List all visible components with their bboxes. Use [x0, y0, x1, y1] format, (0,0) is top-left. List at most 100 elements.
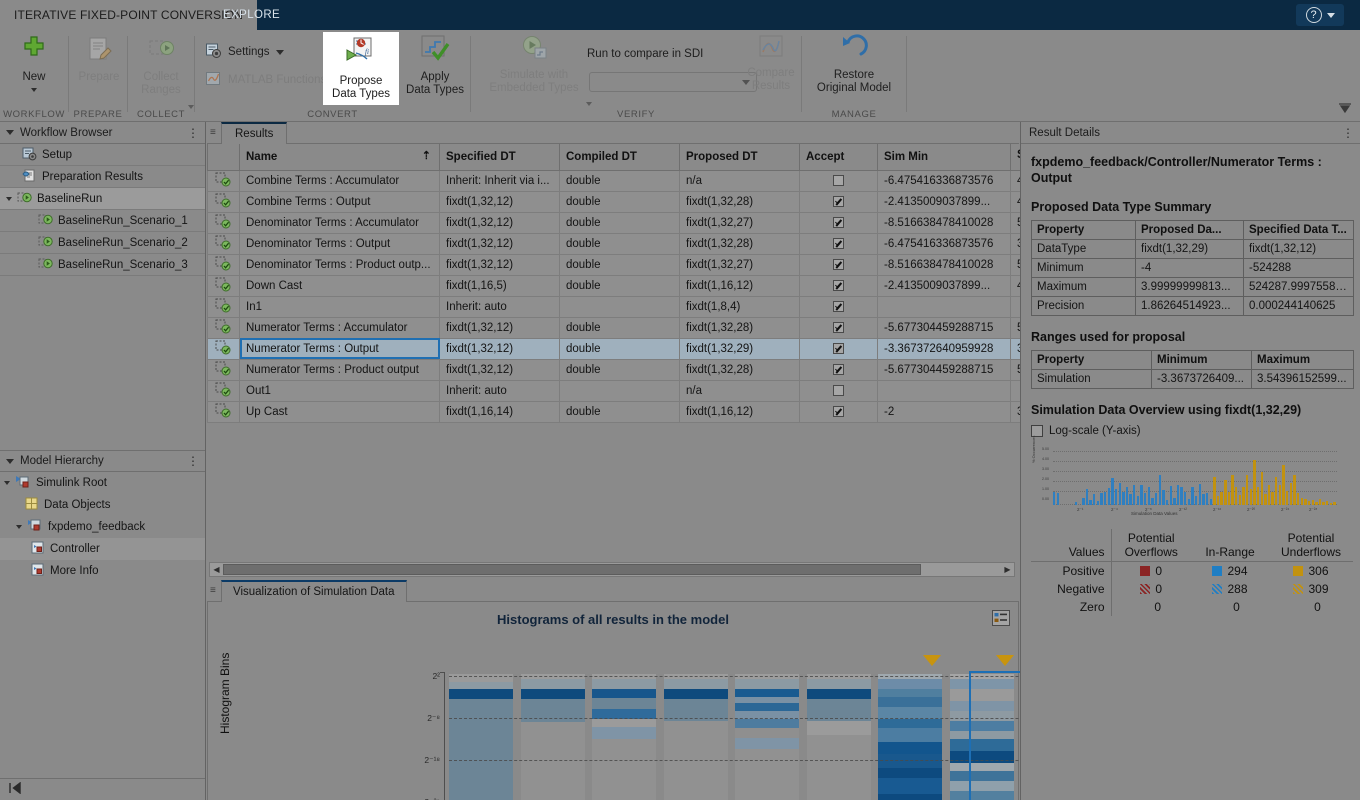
simulink-root-expander-icon[interactable] — [4, 481, 10, 485]
cell-sim-min[interactable] — [877, 295, 1011, 318]
simulate-dropdown-icon[interactable] — [586, 102, 592, 106]
wb-item-scenario-2[interactable]: BaselineRun_Scenario_2 — [0, 232, 205, 254]
cell-name[interactable]: In1 — [239, 295, 440, 318]
results-horizontal-scrollbar[interactable]: ◀ ▶ — [209, 562, 1015, 577]
mh-item-data-objects[interactable]: Data Objects — [0, 494, 205, 516]
col-accept[interactable]: Accept — [799, 144, 878, 171]
cell-sim-min[interactable] — [877, 379, 1011, 402]
propose-data-types-button[interactable]: fi Propose Data Types — [323, 32, 399, 105]
cell-specified[interactable]: fixdt(1,32,12) — [439, 211, 560, 234]
workflow-browser-menu-icon[interactable]: ⋮ — [187, 126, 199, 140]
cell-accept[interactable] — [799, 232, 878, 255]
collect-ranges-button[interactable]: Collect Ranges — [136, 34, 186, 97]
cell-name[interactable]: Combine Terms : Output — [239, 190, 440, 213]
cell-accept[interactable] — [799, 274, 878, 297]
column-marker-7[interactable] — [996, 655, 1014, 666]
cell-proposed[interactable]: fixdt(1,32,28) — [679, 232, 800, 255]
cell-specified[interactable]: fixdt(1,16,5) — [439, 274, 560, 297]
cell-proposed[interactable]: n/a — [679, 379, 800, 402]
scroll-right-icon[interactable]: ▶ — [1001, 565, 1014, 574]
col-specified-dt[interactable]: Specified DT — [439, 144, 560, 171]
cell-sim-min[interactable]: -5.677304459288715 — [877, 316, 1011, 339]
cell-specified[interactable]: fixdt(1,16,14) — [439, 400, 560, 423]
cell-name[interactable]: Denominator Terms : Accumulator — [239, 211, 440, 234]
new-dropdown-icon[interactable] — [31, 88, 37, 92]
matlab-functions-button[interactable]: MATLAB Functions — [205, 70, 326, 90]
accept-checkbox[interactable] — [833, 342, 844, 354]
cell-name[interactable]: Combine Terms : Accumulator — [239, 169, 440, 192]
histogram-column-6[interactable] — [878, 674, 942, 800]
collapse-left-panel-icon[interactable] — [8, 781, 22, 799]
cell-name[interactable]: Numerator Terms : Accumulator — [239, 316, 440, 339]
cell-accept[interactable] — [799, 295, 878, 318]
cell-compiled[interactable]: double — [559, 211, 680, 234]
help-button[interactable]: ? — [1296, 4, 1344, 26]
cell-specified[interactable]: fixdt(1,32,12) — [439, 190, 560, 213]
settings-button[interactable]: Settings — [205, 42, 284, 62]
cell-specified[interactable]: fixdt(1,32,12) — [439, 253, 560, 276]
accept-checkbox[interactable] — [833, 195, 844, 207]
table-row[interactable]: Combine Terms : Output fixdt(1,32,12) do… — [207, 190, 1051, 213]
settings-dropdown-icon[interactable] — [275, 49, 284, 55]
table-row[interactable]: Numerator Terms : Accumulator fixdt(1,32… — [207, 316, 1051, 339]
cell-name[interactable]: Out1 — [239, 379, 440, 402]
cell-name[interactable]: Denominator Terms : Product outp... — [239, 253, 440, 276]
mh-item-simulink-root[interactable]: Simulink Root — [0, 472, 205, 494]
cell-accept[interactable] — [799, 316, 878, 339]
accept-checkbox[interactable] — [833, 237, 844, 249]
cell-accept[interactable] — [799, 211, 878, 234]
cell-accept[interactable] — [799, 337, 878, 360]
restore-original-model-button[interactable]: Restore Original Model — [810, 34, 898, 95]
apply-data-types-button[interactable]: Apply Data Types — [403, 34, 467, 97]
col-sim-min[interactable]: Sim Min — [877, 144, 1011, 171]
result-details-menu-icon[interactable]: ⋮ — [1342, 126, 1354, 140]
simulate-with-embedded-types-button[interactable]: Simulate with Embedded Types — [479, 34, 589, 95]
cell-sim-min[interactable]: -5.677304459288715 — [877, 358, 1011, 381]
cell-specified[interactable]: Inherit: auto — [439, 379, 560, 402]
model-hierarchy-collapse-icon[interactable] — [6, 458, 14, 464]
cell-compiled[interactable]: double — [559, 274, 680, 297]
cell-specified[interactable]: Inherit: Inherit via i... — [439, 169, 560, 192]
results-panel-grip-icon[interactable]: ≡ — [210, 127, 216, 138]
scrollbar-thumb[interactable] — [223, 564, 921, 575]
accept-checkbox[interactable] — [833, 174, 844, 186]
table-row[interactable]: In1 Inherit: auto fixdt(1,8,4) — [207, 295, 1051, 318]
cell-sim-min[interactable]: -8.516638478410028 — [877, 253, 1011, 276]
table-row[interactable]: Numerator Terms : Product output fixdt(1… — [207, 358, 1051, 381]
cell-sim-min[interactable]: -2 — [877, 400, 1011, 423]
cell-specified[interactable]: fixdt(1,32,12) — [439, 232, 560, 255]
cell-accept[interactable] — [799, 253, 878, 276]
cell-accept[interactable] — [799, 169, 878, 192]
cell-compiled[interactable]: double — [559, 253, 680, 276]
wb-item-preparation-results[interactable]: Preparation Results — [0, 166, 205, 188]
wb-item-scenario-3[interactable]: BaselineRun_Scenario_3 — [0, 254, 205, 276]
col-compiled-dt[interactable]: Compiled DT — [559, 144, 680, 171]
histogram-column-2[interactable] — [592, 674, 656, 800]
tab-explore[interactable]: EXPLORE — [205, 0, 298, 30]
cell-sim-min[interactable]: -2.4135009037899... — [877, 190, 1011, 213]
accept-checkbox[interactable] — [833, 363, 844, 375]
cell-proposed[interactable]: fixdt(1,32,28) — [679, 316, 800, 339]
cell-compiled[interactable]: double — [559, 358, 680, 381]
histogram-column-3[interactable] — [663, 674, 728, 800]
mh-item-fxpdemo-feedback[interactable]: fxpdemo_feedback — [0, 516, 205, 538]
table-row[interactable]: Up Cast fixdt(1,16,14) double fixdt(1,16… — [207, 400, 1051, 423]
table-row[interactable]: Denominator Terms : Product outp... fixd… — [207, 253, 1051, 276]
mh-item-controller[interactable]: Controller — [0, 538, 205, 560]
prepare-button[interactable]: Prepare — [75, 34, 123, 84]
run-to-compare-dropdown[interactable] — [589, 72, 757, 92]
cell-compiled[interactable]: double — [559, 400, 680, 423]
table-row[interactable]: Numerator Terms : Output fixdt(1,32,12) … — [207, 337, 1051, 360]
cell-specified[interactable]: Inherit: auto — [439, 295, 560, 318]
cell-sim-min[interactable]: -6.475416336873576 — [877, 232, 1011, 255]
cell-accept[interactable] — [799, 400, 878, 423]
table-row[interactable]: Denominator Terms : Accumulator fixdt(1,… — [207, 211, 1051, 234]
table-row[interactable]: Out1 Inherit: auto n/a — [207, 379, 1051, 402]
cell-proposed[interactable]: fixdt(1,16,12) — [679, 400, 800, 423]
fxpdemo-expander-icon[interactable] — [16, 525, 22, 529]
cell-sim-min[interactable]: -3.367372640959928 — [877, 337, 1011, 360]
table-row[interactable]: Combine Terms : Accumulator Inherit: Inh… — [207, 169, 1051, 192]
cell-compiled[interactable]: double — [559, 190, 680, 213]
wb-item-baselinerun[interactable]: BaselineRun — [0, 188, 205, 210]
cell-accept[interactable] — [799, 190, 878, 213]
